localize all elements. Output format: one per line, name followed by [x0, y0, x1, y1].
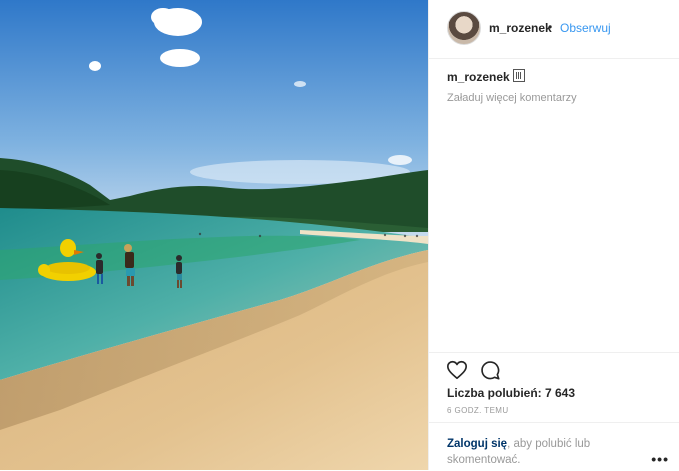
avatar[interactable]: [447, 11, 481, 45]
load-more-comments-button[interactable]: Załaduj więcej komentarzy: [447, 92, 577, 104]
post-header: m_rozenek • Obserwuj: [429, 0, 679, 59]
caption-username[interactable]: m_rozenek: [447, 70, 510, 84]
post-photo[interactable]: [0, 0, 428, 470]
username-link[interactable]: m_rozenek: [489, 21, 552, 35]
post-timestamp[interactable]: 6 GODZ. TEMU: [447, 406, 509, 415]
follow-button[interactable]: Obserwuj: [560, 21, 611, 35]
separator-dot: •: [548, 20, 553, 34]
likes-count[interactable]: Liczba polubień: 7 643: [447, 386, 575, 400]
post-sidebar: m_rozenek • Obserwuj m_rozenek Załaduj w…: [428, 0, 679, 470]
more-options-button[interactable]: •••: [651, 451, 669, 467]
beach-photo-image: [0, 0, 428, 470]
action-bar: [429, 352, 679, 383]
heart-icon[interactable]: [446, 359, 468, 381]
post-container: m_rozenek • Obserwuj m_rozenek Załaduj w…: [0, 0, 679, 470]
login-link[interactable]: Zaloguj się: [447, 438, 507, 450]
comment-icon[interactable]: [479, 359, 501, 381]
caption: m_rozenek: [447, 69, 525, 84]
post-footer: Zaloguj się, aby polubić lub skomentować…: [429, 422, 679, 471]
login-prompt: Zaloguj się, aby polubić lub skomentować…: [447, 436, 627, 468]
box-glyph-icon: [512, 69, 525, 82]
